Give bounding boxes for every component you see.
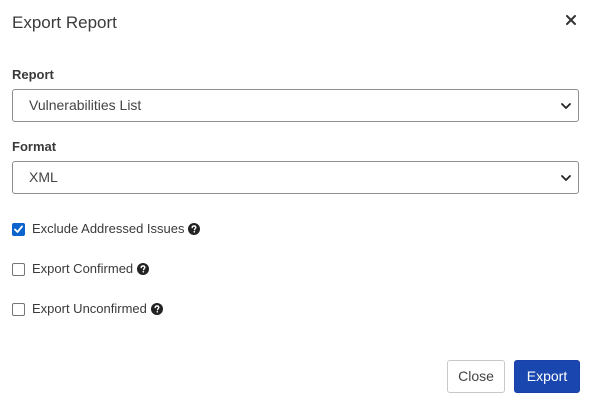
close-button[interactable]: Close	[447, 360, 505, 393]
export-button[interactable]: Export	[514, 360, 580, 393]
format-select[interactable]: XML	[12, 161, 579, 194]
export-confirmed-label[interactable]: Export Confirmed	[32, 261, 133, 277]
option-export-confirmed[interactable]: Export Confirmed	[12, 261, 150, 277]
report-select[interactable]: Vulnerabilities List	[12, 89, 579, 122]
dialog-title: Export Report	[12, 13, 117, 32]
format-select-value: XML	[29, 169, 58, 185]
chevron-down-icon	[561, 103, 571, 109]
report-label: Report	[12, 67, 54, 82]
question-circle-icon[interactable]	[137, 263, 150, 275]
question-circle-icon[interactable]	[188, 223, 201, 235]
chevron-down-icon	[561, 175, 571, 181]
checkmark-icon	[14, 225, 23, 233]
format-label: Format	[12, 139, 57, 154]
question-circle-icon[interactable]	[150, 303, 163, 315]
option-exclude-addressed-issues[interactable]: Exclude Addressed Issues	[12, 221, 201, 237]
export-unconfirmed-label[interactable]: Export Unconfirmed	[32, 301, 147, 317]
option-export-unconfirmed[interactable]: Export Unconfirmed	[12, 301, 163, 317]
exclude-addressed-issues-label[interactable]: Exclude Addressed Issues	[32, 221, 184, 237]
export-unconfirmed-checkbox[interactable]	[12, 302, 25, 316]
report-select-value: Vulnerabilities List	[29, 97, 142, 113]
exclude-addressed-issues-checkbox[interactable]	[12, 222, 25, 236]
close-icon[interactable]	[564, 11, 578, 29]
export-confirmed-checkbox[interactable]	[12, 262, 25, 276]
export-report-dialog: Export Report Report Vulnerabilities Lis…	[0, 0, 592, 403]
